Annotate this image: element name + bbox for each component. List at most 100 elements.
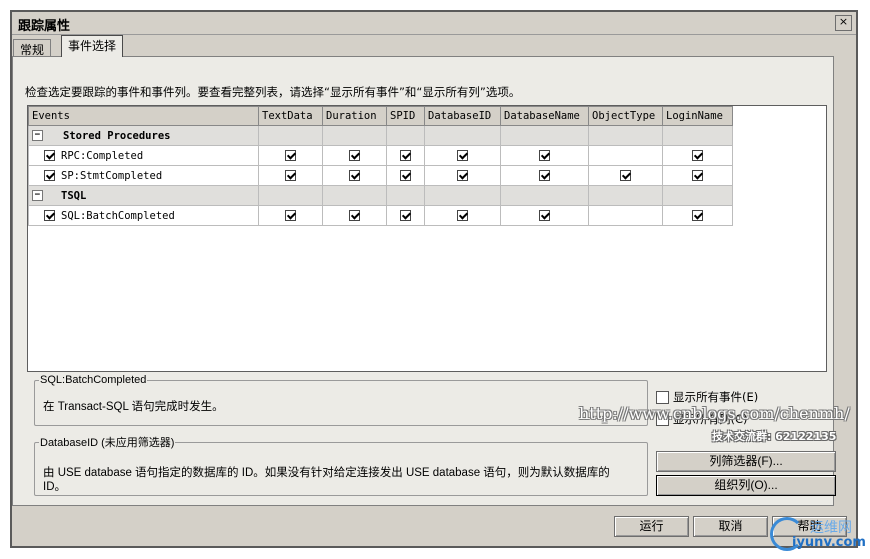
watermark-logo: 运维网 iyunv.com (770, 513, 866, 553)
collapse-icon[interactable]: − (32, 130, 43, 141)
organize-columns-button[interactable]: 组织列(O)... (656, 475, 836, 496)
category-empty-cell (662, 185, 733, 206)
column-cell[interactable] (662, 165, 733, 186)
column-cell[interactable] (588, 205, 663, 226)
watermark-logo-word: iyunv.com (792, 535, 866, 550)
column-header[interactable]: DatabaseName (500, 106, 589, 126)
column-checkbox[interactable] (285, 170, 296, 181)
watermark-logo-cn: 运维网 (810, 520, 852, 536)
grid-header-row: Events TextData Duration SPID DatabaseID Data… (28, 106, 733, 126)
events-table: Events TextData Duration SPID DatabaseID Data… (28, 106, 733, 226)
category-empty-cell (588, 125, 663, 146)
column-cell[interactable] (386, 205, 425, 226)
cancel-button[interactable]: 取消 (693, 516, 768, 537)
event-description-text: 在 Transact-SQL 语句完成时发生。 (43, 401, 224, 413)
show-all-events-label: 显示所有事件(E) (673, 390, 759, 404)
column-description-title: DatabaseID (未应用筛选器) (40, 437, 175, 449)
category-empty-cell (588, 185, 663, 206)
column-checkbox[interactable] (692, 150, 703, 161)
column-checkbox[interactable] (349, 210, 360, 221)
column-checkbox[interactable] (457, 210, 468, 221)
column-cell[interactable] (500, 145, 589, 166)
run-button[interactable]: 运行 (614, 516, 689, 537)
event-name: RPC:Completed (61, 149, 144, 162)
column-header[interactable]: TextData (258, 106, 323, 126)
close-button[interactable]: × (835, 15, 852, 31)
collapse-icon[interactable]: − (32, 190, 43, 201)
column-description-text: 由 USE database 语句指定的数据库的 ID。如果没有针对给定连接发出… (43, 467, 610, 493)
column-cell[interactable] (258, 165, 323, 186)
column-cell[interactable] (662, 145, 733, 166)
column-description-group: DatabaseID (未应用筛选器) 由 USE database 语句指定的… (34, 434, 648, 496)
instruction-text: 检查选定要跟踪的事件和事件列。要查看完整列表，请选择“显示所有事件”和“显示所有… (25, 85, 521, 99)
column-cell[interactable] (588, 165, 663, 186)
category-empty-cell (662, 125, 733, 146)
column-header[interactable]: LoginName (662, 106, 733, 126)
event-row[interactable]: SQL:BatchCompleted (28, 205, 733, 226)
category-empty-cell (258, 125, 323, 146)
column-cell[interactable] (322, 205, 387, 226)
category-empty-cell (386, 185, 425, 206)
event-checkbox[interactable] (44, 150, 55, 161)
category-empty-cell (500, 185, 589, 206)
column-checkbox[interactable] (285, 150, 296, 161)
category-row[interactable]: − Stored Procedures (28, 125, 733, 146)
event-checkbox[interactable] (44, 170, 55, 181)
column-checkbox[interactable] (457, 170, 468, 181)
event-row[interactable]: RPC:Completed (28, 145, 733, 166)
watermark-qq-group: 技术交流群: 62122135 (712, 430, 837, 443)
column-cell[interactable] (424, 165, 501, 186)
column-cell[interactable] (424, 205, 501, 226)
category-name: Stored Procedures (63, 129, 171, 142)
title-bar[interactable]: 跟踪属性 × (12, 12, 856, 35)
watermark-url: http://www.cnblogs.com/chenmh/ (579, 404, 850, 423)
window-title: 跟踪属性 (18, 19, 71, 34)
show-all-events-option[interactable]: 显示所有事件(E) (656, 389, 758, 405)
column-checkbox[interactable] (349, 150, 360, 161)
category-empty-cell (258, 185, 323, 206)
category-empty-cell (500, 125, 589, 146)
column-cell[interactable] (588, 145, 663, 166)
column-filters-button[interactable]: 列筛选器(F)... (656, 451, 836, 472)
column-checkbox[interactable] (349, 170, 360, 181)
category-empty-cell (424, 185, 501, 206)
category-cell: − Stored Procedures (28, 125, 259, 146)
column-checkbox[interactable] (457, 150, 468, 161)
show-all-events-checkbox[interactable] (656, 391, 669, 404)
column-checkbox[interactable] (400, 210, 411, 221)
tab-events-selection[interactable]: 事件选择 (61, 35, 124, 57)
event-checkbox[interactable] (44, 210, 55, 221)
event-cell: SQL:BatchCompleted (28, 205, 259, 226)
column-checkbox[interactable] (692, 210, 703, 221)
column-checkbox[interactable] (400, 170, 411, 181)
category-empty-cell (322, 125, 387, 146)
column-checkbox[interactable] (400, 150, 411, 161)
column-cell[interactable] (500, 165, 589, 186)
column-checkbox[interactable] (539, 170, 550, 181)
event-name: SP:StmtCompleted (61, 169, 163, 182)
column-header[interactable]: Duration (322, 106, 387, 126)
column-checkbox[interactable] (285, 210, 296, 221)
column-cell[interactable] (500, 205, 589, 226)
column-cell[interactable] (662, 205, 733, 226)
column-checkbox[interactable] (620, 170, 631, 181)
column-cell[interactable] (322, 145, 387, 166)
column-cell[interactable] (322, 165, 387, 186)
event-cell: RPC:Completed (28, 145, 259, 166)
column-header[interactable]: SPID (386, 106, 425, 126)
column-cell[interactable] (386, 145, 425, 166)
category-name: TSQL (61, 189, 87, 202)
column-checkbox[interactable] (539, 210, 550, 221)
column-cell[interactable] (386, 165, 425, 186)
column-cell[interactable] (424, 145, 501, 166)
column-checkbox[interactable] (692, 170, 703, 181)
column-cell[interactable] (258, 205, 323, 226)
column-header[interactable]: ObjectType (588, 106, 663, 126)
events-grid[interactable]: Events TextData Duration SPID DatabaseID Data… (27, 105, 827, 372)
column-header[interactable]: Events (28, 106, 259, 126)
category-row[interactable]: − TSQL (28, 185, 733, 206)
event-row[interactable]: SP:StmtCompleted (28, 165, 733, 186)
column-header[interactable]: DatabaseID (424, 106, 501, 126)
column-checkbox[interactable] (539, 150, 550, 161)
column-cell[interactable] (258, 145, 323, 166)
